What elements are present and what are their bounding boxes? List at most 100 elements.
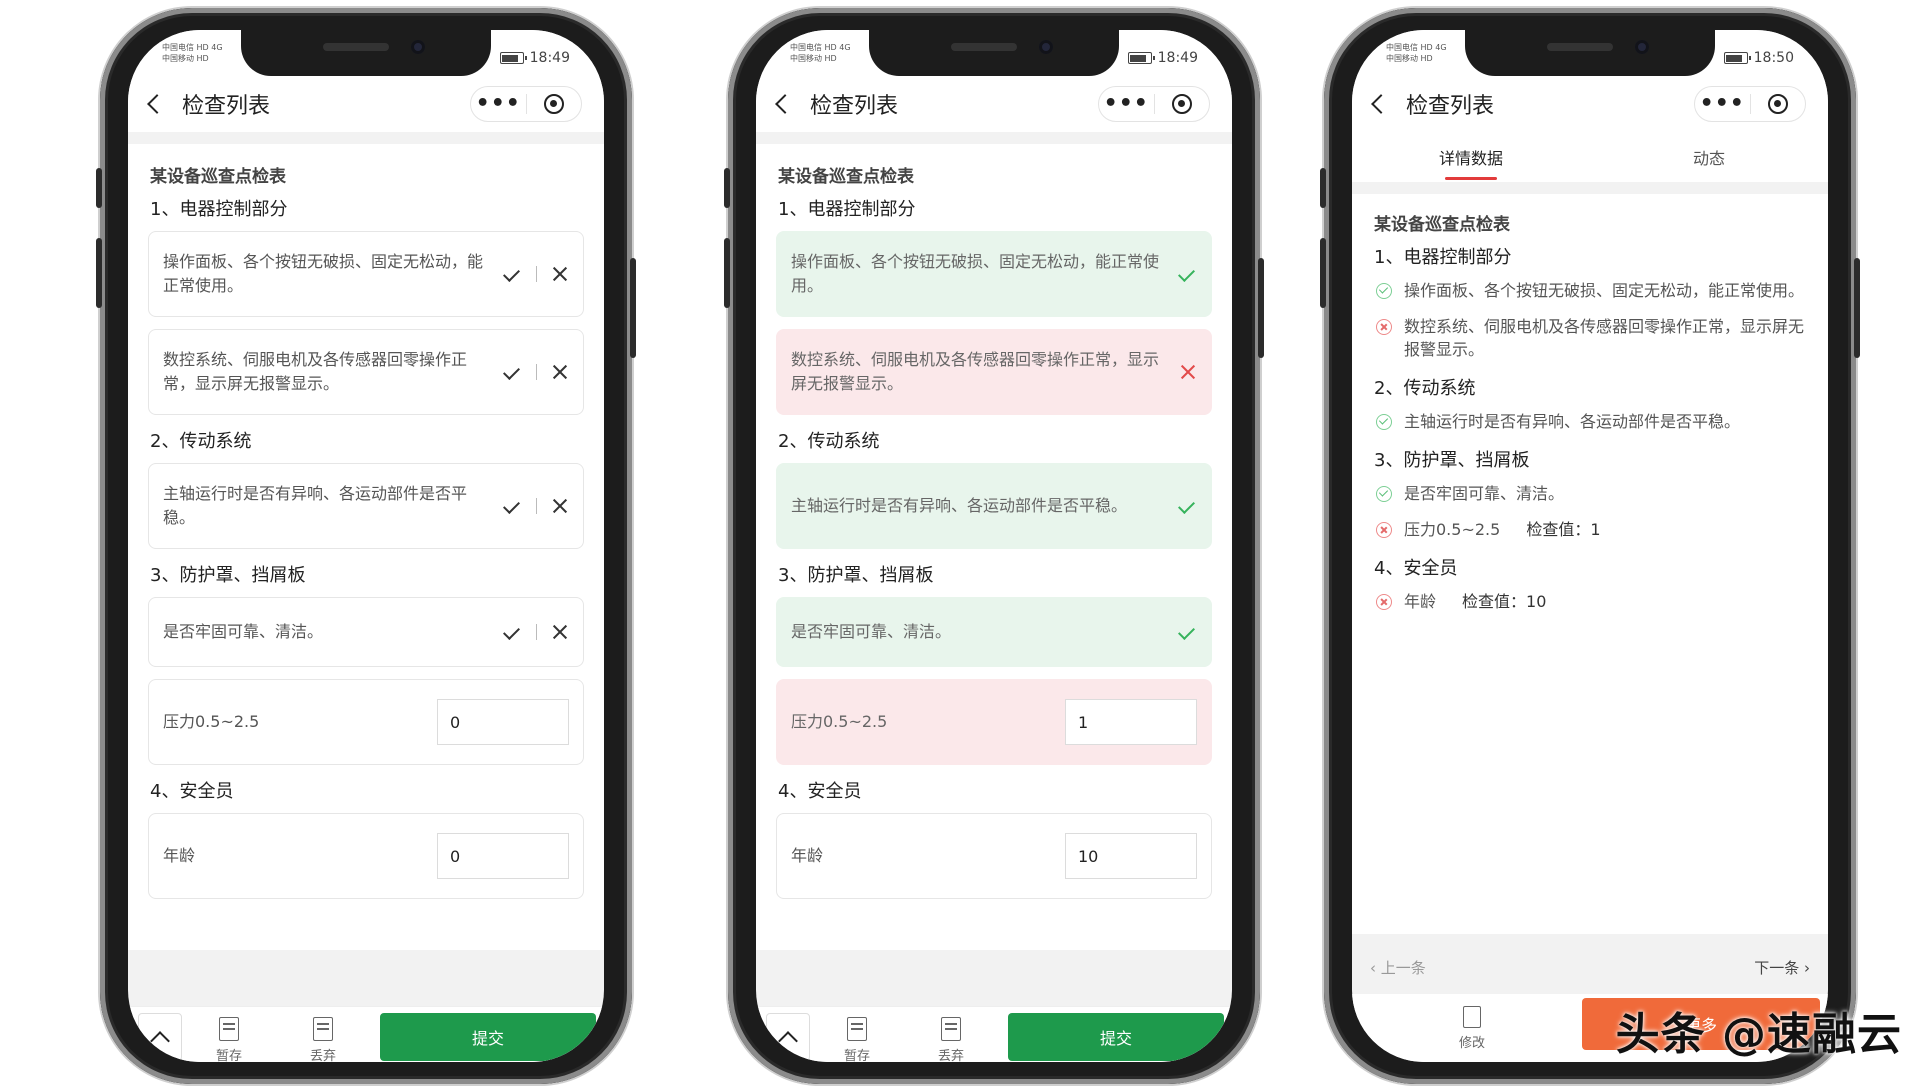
close-program-button[interactable] bbox=[1155, 94, 1210, 114]
battery-icon bbox=[1723, 52, 1751, 64]
submit-button[interactable]: 提交 bbox=[1008, 1013, 1224, 1061]
section-title: 2、传动系统 bbox=[1374, 378, 1476, 399]
discard-button[interactable]: 丢弃 bbox=[276, 1013, 370, 1062]
back-arrow-icon[interactable] bbox=[775, 94, 795, 114]
cross-icon[interactable] bbox=[551, 623, 569, 641]
cross-icon[interactable] bbox=[551, 497, 569, 515]
check-item-text: 操作面板、各个按钮无破损、固定无松动，能正常使用。 bbox=[791, 252, 1160, 295]
save-draft-button[interactable]: 暂存 bbox=[182, 1013, 276, 1062]
check-icon[interactable] bbox=[504, 623, 522, 641]
section-title: 3、防护罩、挡屑板 bbox=[1374, 450, 1530, 471]
prev-record-link[interactable]: ‹ 上一条 bbox=[1370, 957, 1426, 978]
check-item-card-passed: 是否牢固可靠、清洁。 bbox=[776, 597, 1212, 667]
section-title: 2、传动系统 bbox=[778, 431, 880, 452]
nav-bar: 检查列表 ••• bbox=[756, 76, 1232, 132]
fail-icon bbox=[1376, 594, 1392, 610]
pass-icon bbox=[1376, 283, 1392, 299]
check-item-card-passed: 操作面板、各个按钮无破损、固定无松动，能正常使用。 bbox=[776, 231, 1212, 317]
pressure-input[interactable] bbox=[1065, 699, 1197, 745]
more-menu-button[interactable]: ••• bbox=[471, 89, 526, 119]
chevron-up-icon bbox=[150, 1031, 170, 1051]
save-draft-button[interactable]: 暂存 bbox=[810, 1013, 904, 1062]
back-arrow-icon[interactable] bbox=[1371, 94, 1391, 114]
power-button bbox=[1854, 258, 1860, 358]
mute-switch bbox=[1320, 168, 1326, 208]
age-input[interactable] bbox=[437, 833, 569, 879]
mini-program-capsule: ••• bbox=[1694, 86, 1806, 122]
tab-detail-data[interactable]: 详情数据 bbox=[1352, 132, 1590, 182]
check-item-text: 主轴运行时是否有异响、各运动部件是否平稳。 bbox=[791, 496, 1128, 515]
discard-icon bbox=[313, 1017, 333, 1041]
value-item-card: 压力0.5~2.5 bbox=[148, 679, 584, 765]
age-input[interactable] bbox=[1065, 833, 1197, 879]
nav-bar: 检查列表 ••• bbox=[128, 76, 604, 132]
volume-up-button bbox=[724, 238, 730, 308]
status-time: 18:49 bbox=[529, 50, 570, 66]
mute-switch bbox=[724, 168, 730, 208]
fail-icon bbox=[1376, 319, 1392, 335]
pressure-input[interactable] bbox=[437, 699, 569, 745]
edit-button[interactable]: 修改 bbox=[1362, 998, 1582, 1051]
screen-2: 中国电信 HD 4G 中国移动 HD 18:49 检查列表 ••• 某设备巡查点… bbox=[756, 30, 1232, 1062]
check-icon[interactable] bbox=[1179, 497, 1197, 515]
check-icon[interactable] bbox=[504, 265, 522, 283]
pass-icon bbox=[1376, 414, 1392, 430]
cross-icon[interactable] bbox=[1179, 363, 1197, 381]
screen-3: 中国电信 HD 4G 中国移动 HD 18:50 检查列表 ••• 详情数据 动… bbox=[1352, 30, 1828, 1062]
check-icon[interactable] bbox=[1179, 623, 1197, 641]
check-item-text: 是否牢固可靠、清洁。 bbox=[163, 622, 324, 641]
check-item-text: 是否牢固可靠、清洁。 bbox=[791, 622, 952, 641]
cross-icon[interactable] bbox=[551, 363, 569, 381]
more-menu-button[interactable]: ••• bbox=[1695, 89, 1750, 119]
target-icon bbox=[543, 94, 564, 114]
form-title: 某设备巡查点检表 bbox=[1374, 215, 1510, 235]
check-icon[interactable] bbox=[504, 363, 522, 381]
save-icon bbox=[219, 1017, 239, 1041]
nav-bar: 检查列表 ••• bbox=[1352, 76, 1828, 132]
check-item-text: 数控系统、伺服电机及各传感器回零操作正常，显示屏无报警显示。 bbox=[791, 350, 1160, 393]
power-button bbox=[630, 258, 636, 358]
result-row: 操作面板、各个按钮无破损、固定无松动，能正常使用。 bbox=[1372, 279, 1808, 302]
edit-icon bbox=[1463, 1006, 1481, 1028]
notch bbox=[1465, 30, 1715, 76]
check-item-card-failed: 数控系统、伺服电机及各传感器回零操作正常，显示屏无报警显示。 bbox=[776, 329, 1212, 415]
cross-icon[interactable] bbox=[551, 265, 569, 283]
next-record-link[interactable]: 下一条 › bbox=[1754, 957, 1810, 978]
check-value: 检查值：10 bbox=[1462, 592, 1547, 611]
pass-fail-toggle bbox=[504, 265, 569, 283]
check-icon[interactable] bbox=[504, 497, 522, 515]
close-program-button[interactable] bbox=[527, 94, 582, 114]
carrier-info: 中国电信 HD 4G 中国移动 HD bbox=[1386, 43, 1447, 63]
form-title: 某设备巡查点检表 bbox=[778, 167, 914, 187]
result-row: 主轴运行时是否有异响、各运动部件是否平稳。 bbox=[1372, 410, 1808, 433]
section-title: 4、安全员 bbox=[150, 781, 234, 802]
more-menu-button[interactable]: ••• bbox=[1099, 89, 1154, 119]
check-icon[interactable] bbox=[1179, 265, 1197, 283]
status-right: 18:49 bbox=[1127, 50, 1198, 66]
check-item-card: 操作面板、各个按钮无破损、固定无松动，能正常使用。 bbox=[148, 231, 584, 317]
result-row: 是否牢固可靠、清洁。 bbox=[1372, 482, 1808, 505]
scroll-top-button[interactable] bbox=[138, 1013, 182, 1061]
status-right: 18:49 bbox=[499, 50, 570, 66]
value-item-label: 年龄 bbox=[791, 846, 824, 865]
discard-button[interactable]: 丢弃 bbox=[904, 1013, 998, 1062]
submit-button[interactable]: 提交 bbox=[380, 1013, 596, 1061]
volume-up-button bbox=[96, 238, 102, 308]
tab-activity[interactable]: 动态 bbox=[1590, 132, 1828, 182]
checklist-form: 某设备巡查点检表 1、电器控制部分 操作面板、各个按钮无破损、固定无松动，能正常… bbox=[128, 144, 604, 950]
close-program-button[interactable] bbox=[1751, 94, 1806, 114]
back-arrow-icon[interactable] bbox=[147, 94, 167, 114]
section-title: 1、电器控制部分 bbox=[150, 199, 288, 220]
section-title: 3、防护罩、挡屑板 bbox=[150, 565, 306, 586]
section-title: 4、安全员 bbox=[778, 781, 862, 802]
status-right: 18:50 bbox=[1723, 50, 1794, 66]
checklist-form: 某设备巡查点检表 1、电器控制部分 操作面板、各个按钮无破损、固定无松动，能正常… bbox=[756, 144, 1232, 950]
scroll-top-button[interactable] bbox=[766, 1013, 810, 1061]
watermark: 头条 @速融云 bbox=[1615, 1009, 1902, 1060]
result-row: 数控系统、伺服电机及各传感器回零操作正常，显示屏无报警显示。 bbox=[1372, 315, 1808, 361]
page-title: 检查列表 bbox=[810, 94, 899, 119]
result-row: 年龄 检查值：10 bbox=[1372, 590, 1808, 613]
check-item-card-passed: 主轴运行时是否有异响、各运动部件是否平稳。 bbox=[776, 463, 1212, 549]
chevron-up-icon bbox=[778, 1031, 798, 1051]
bottom-action-bar: 暂存 丢弃 提交 bbox=[128, 1006, 604, 1062]
